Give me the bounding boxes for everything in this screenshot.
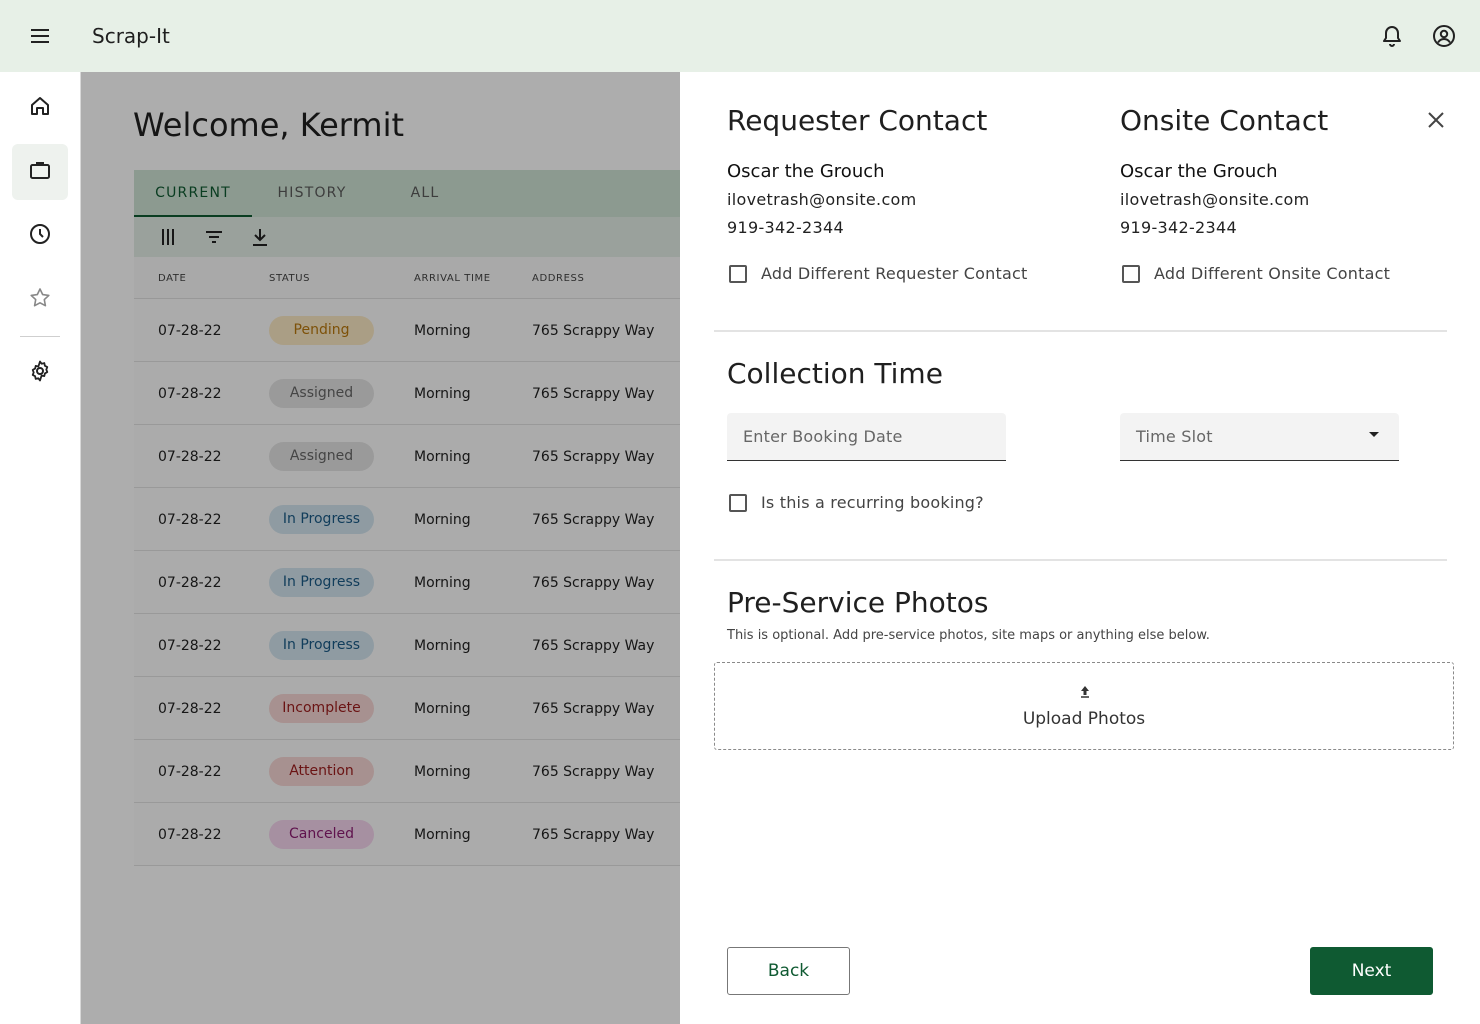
section-divider: [714, 330, 1447, 332]
time-slot-select[interactable]: Time Slot: [1120, 413, 1399, 461]
photos-hint: This is optional. Add pre-service photos…: [727, 628, 1210, 643]
home-icon: [28, 94, 52, 122]
app-title: Scrap-It: [92, 24, 170, 48]
close-icon[interactable]: [1424, 108, 1448, 132]
onsite-contact-heading: Onsite Contact: [1120, 104, 1329, 137]
booking-date-placeholder: Enter Booking Date: [743, 427, 903, 446]
dropdown-arrow-icon: [1369, 432, 1379, 437]
checkbox-label: Is this a recurring booking?: [761, 493, 984, 512]
next-button[interactable]: Next: [1310, 947, 1433, 995]
onsite-email: ilovetrash@onsite.com: [1120, 190, 1310, 209]
upload-icon: [1077, 683, 1093, 699]
briefcase-icon: [28, 158, 52, 186]
requester-email: ilovetrash@onsite.com: [727, 190, 917, 209]
checkbox-box[interactable]: [729, 264, 747, 283]
add-requester-contact-checkbox[interactable]: Add Different Requester Contact: [729, 264, 1027, 283]
clock-icon: [28, 222, 52, 250]
nav-history[interactable]: [12, 208, 68, 264]
nav-bookings[interactable]: [12, 144, 68, 200]
section-divider: [714, 559, 1447, 561]
checkbox-label: Add Different Onsite Contact: [1154, 264, 1391, 283]
recurring-booking-checkbox[interactable]: Is this a recurring booking?: [729, 493, 984, 512]
nav-settings[interactable]: [12, 345, 68, 401]
upload-photos-dropzone[interactable]: Upload Photos: [714, 662, 1454, 750]
star-icon: [28, 286, 52, 314]
requester-phone: 919-342-2344: [727, 218, 844, 237]
nav-divider: [20, 336, 60, 337]
booking-side-panel: Requester Contact Oscar the Grouch ilove…: [680, 72, 1480, 1024]
nav-home[interactable]: [12, 80, 68, 136]
checkbox-box[interactable]: [729, 493, 747, 512]
add-onsite-contact-checkbox[interactable]: Add Different Onsite Contact: [1122, 264, 1390, 283]
back-button[interactable]: Back: [727, 947, 850, 995]
collection-time-heading: Collection Time: [727, 357, 943, 390]
requester-contact-heading: Requester Contact: [727, 104, 988, 137]
checkbox-box[interactable]: [1122, 264, 1140, 283]
modal-scrim[interactable]: [81, 72, 680, 1024]
upload-photos-label: Upload Photos: [1022, 709, 1146, 729]
checkbox-label: Add Different Requester Contact: [761, 264, 1028, 283]
bell-icon[interactable]: [1380, 24, 1404, 48]
booking-date-input[interactable]: Enter Booking Date: [727, 413, 1006, 461]
side-navigation: [0, 72, 81, 1024]
gear-icon: [28, 359, 52, 387]
time-slot-placeholder: Time Slot: [1136, 427, 1213, 446]
requester-name: Oscar the Grouch: [727, 161, 885, 182]
pre-service-photos-heading: Pre-Service Photos: [727, 586, 989, 619]
onsite-name: Oscar the Grouch: [1120, 161, 1278, 182]
onsite-phone: 919-342-2344: [1120, 218, 1237, 237]
account-circle-icon[interactable]: [1432, 24, 1456, 48]
menu-icon[interactable]: [28, 24, 52, 48]
nav-favorites[interactable]: [12, 272, 68, 328]
top-app-bar: Scrap-It: [0, 0, 1480, 72]
